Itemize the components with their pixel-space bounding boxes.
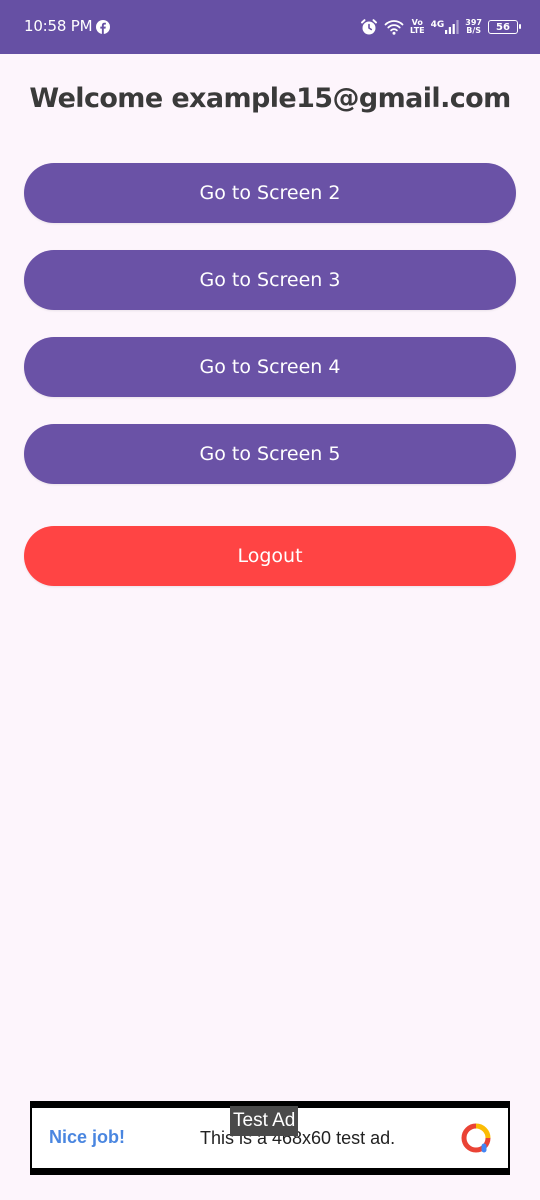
wifi-icon [384, 20, 404, 35]
go-to-screen-5-button[interactable]: Go to Screen 5 [24, 424, 516, 484]
go-to-screen-2-button[interactable]: Go to Screen 2 [24, 163, 516, 223]
status-bar: 10:58 PM Vo LTE 4G 397 B/S 56 [0, 0, 540, 54]
welcome-heading: Welcome example15@gmail.com [29, 83, 511, 114]
go-to-screen-3-button[interactable]: Go to Screen 3 [24, 250, 516, 310]
volte-indicator: Vo LTE [409, 18, 425, 35]
battery-indicator: 56 [488, 20, 521, 34]
network-speed: 397 B/S [465, 18, 482, 35]
network-signal: 4G [431, 20, 460, 34]
facebook-icon [96, 20, 110, 34]
status-icons: Vo LTE 4G 397 B/S 56 [360, 14, 521, 40]
alarm-icon [360, 19, 377, 35]
signal-bars-icon [445, 20, 459, 34]
test-ad-label: Test Ad [230, 1106, 299, 1136]
battery-level: 56 [496, 21, 510, 33]
admob-logo-icon [461, 1123, 491, 1153]
status-time: 10:58 PM [24, 17, 93, 35]
logout-button[interactable]: Logout [24, 526, 516, 586]
network-type: 4G [430, 20, 445, 30]
ad-headline: Nice job! [49, 1127, 126, 1147]
go-to-screen-4-button[interactable]: Go to Screen 4 [24, 337, 516, 397]
